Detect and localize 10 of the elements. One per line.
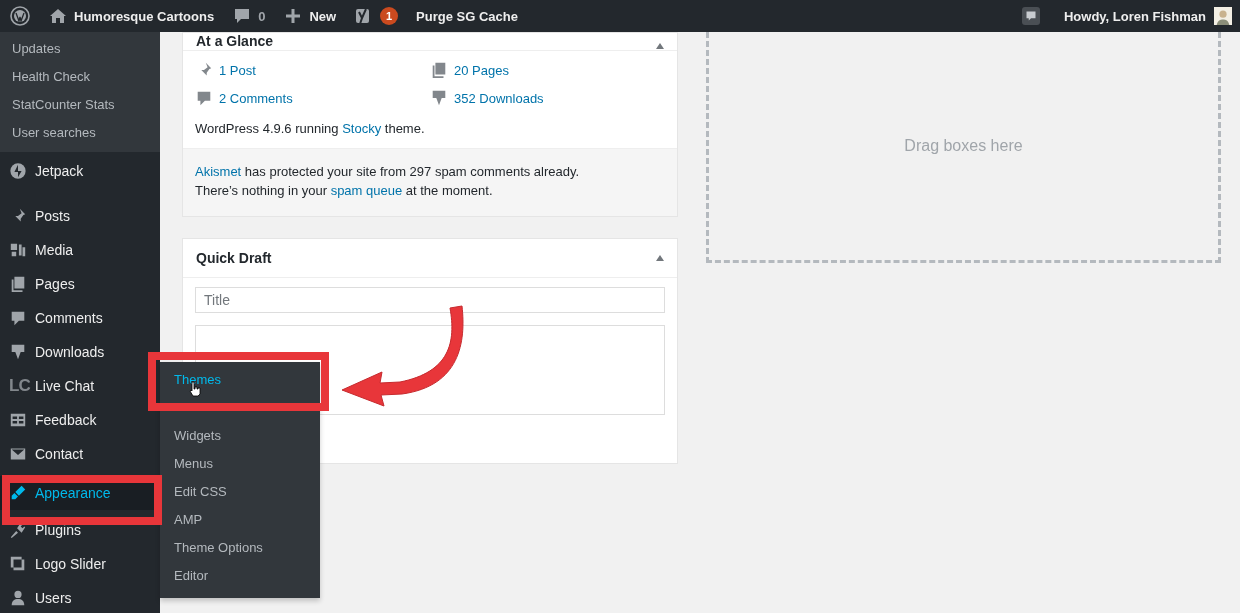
new-label: New: [309, 8, 337, 24]
site-name: Humoresque Cartoons: [74, 8, 215, 24]
akismet-text: Akismet has protected your site from 297 spam comments already.: [195, 163, 581, 181]
version-text: WordPress 4.9.6 running Stocky theme.: [195, 121, 426, 136]
panel-title: At a Glance: [196, 33, 274, 49]
panel-title: Quick Draft: [196, 250, 272, 266]
notification-badge: 1: [380, 7, 399, 25]
drop-zone-text: Drag boxes here: [904, 137, 1023, 155]
comments-count: 0: [258, 8, 266, 24]
akismet-text: There’s nothing in your spam queue at the moment.: [195, 182, 494, 200]
